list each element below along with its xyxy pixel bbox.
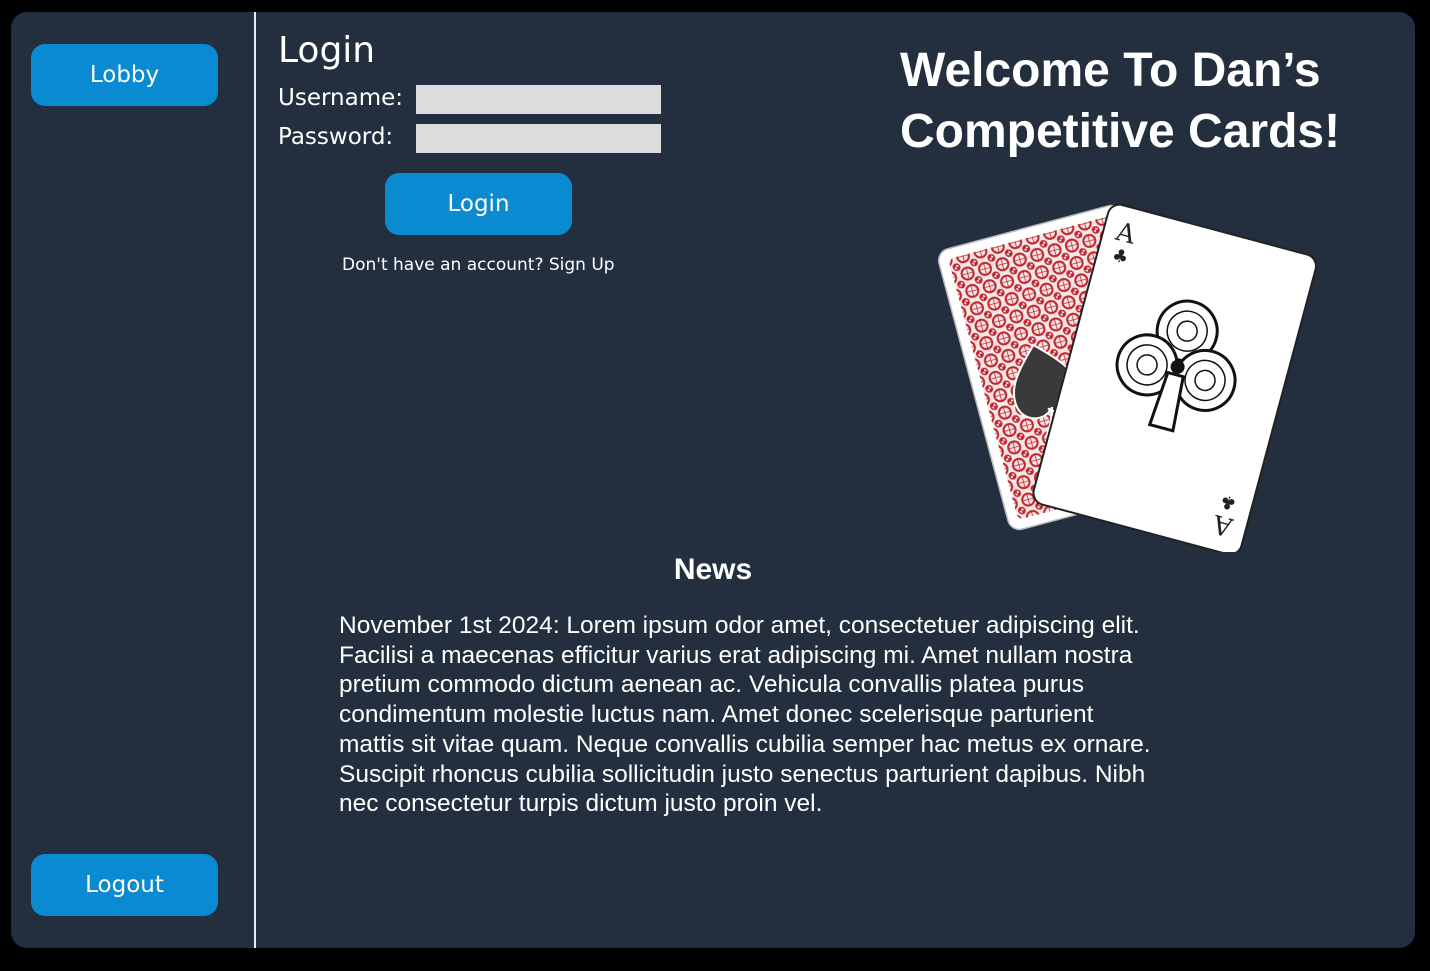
welcome-line-2: Competitive Cards! <box>900 105 1341 158</box>
password-label: Password: <box>278 124 394 150</box>
news-title: News <box>673 553 753 586</box>
password-input[interactable] <box>416 124 661 153</box>
signup-prompt: Don't have an account? Sign Up <box>342 255 615 275</box>
username-label: Username: <box>278 85 403 111</box>
signup-prompt-text: Don't have an account? <box>342 255 544 275</box>
username-input[interactable] <box>416 85 661 114</box>
news-body: November 1st 2024: Lorem ipsum odor amet… <box>339 612 1151 818</box>
lobby-button[interactable]: Lobby <box>31 44 218 106</box>
app-window: Lobby Logout Login Username: Password: L… <box>11 12 1415 948</box>
welcome-line-1: Welcome To Dan’s <box>900 44 1321 97</box>
login-title: Login <box>278 30 376 71</box>
playing-cards-image: A ♣ A ♣ <box>937 203 1317 552</box>
signup-link[interactable]: Sign Up <box>549 255 615 275</box>
welcome-heading: Welcome To Dan’s Competitive Cards! <box>900 40 1400 162</box>
logout-button[interactable]: Logout <box>31 854 218 916</box>
login-button[interactable]: Login <box>385 173 572 235</box>
sidebar: Lobby Logout <box>11 12 256 948</box>
